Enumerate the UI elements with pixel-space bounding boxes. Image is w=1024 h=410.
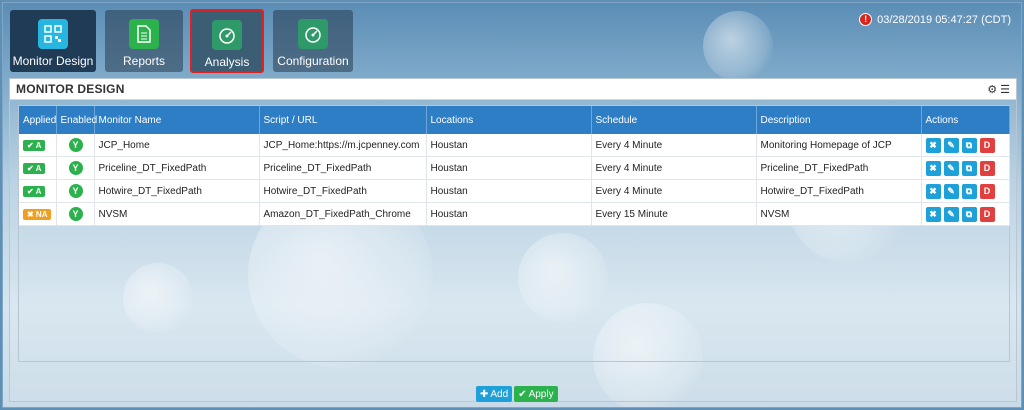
alert-icon[interactable]: ! [859,13,873,26]
delete-button[interactable]: D [979,160,995,176]
qr-grid-icon [38,19,68,49]
column-header[interactable]: Schedule [591,106,757,134]
schedule: Every 15 Minute [591,202,757,226]
plus-icon: ✚ [480,388,489,400]
gauge-icon [212,20,242,50]
script-url: Priceline_DT_FixedPath [259,156,427,180]
monitor-name: NVSM [94,202,260,226]
copy-button[interactable]: ⧉ [961,137,977,153]
enabled-badge[interactable]: Y [68,207,83,221]
location: Houstan [426,156,592,180]
nav-label: Reports [122,54,166,68]
apply-button[interactable]: ✔ Apply [514,386,558,402]
nav-configuration[interactable]: Configuration [273,10,353,72]
location: Houstan [426,179,592,203]
disable-button[interactable]: ✖ [925,137,941,153]
monitor-design-panel: MONITOR DESIGN ⚙ ☰ Applied Enabled Monit… [9,78,1017,402]
location: Houstan [426,134,592,157]
panel-title: MONITOR DESIGN [16,82,125,96]
location: Houstan [426,202,592,226]
gear-icon[interactable]: ⚙ [987,83,997,96]
description: Priceline_DT_FixedPath [756,156,922,180]
nav-analysis[interactable]: Analysis [190,9,264,73]
description: Monitoring Homepage of JCP [756,134,922,157]
nav-label: Configuration [277,54,349,68]
schedule: Every 4 Minute [591,156,757,180]
document-icon [129,19,159,49]
applied-badge: ✔ A [23,139,46,151]
copy-button[interactable]: ⧉ [961,206,977,222]
table-row[interactable]: ✖ NA Y NVSM Amazon_DT_FixedPath_Chrome H… [19,202,1010,226]
panel-header: MONITOR DESIGN ⚙ ☰ [10,79,1016,100]
disable-button[interactable]: ✖ [925,206,941,222]
table-row[interactable]: ✔ A Y Priceline_DT_FixedPath Priceline_D… [19,156,1010,180]
applied-badge: ✖ NA [23,208,52,220]
background-bubble [703,11,773,81]
edit-button[interactable]: ✎ [943,206,959,222]
applied-badge: ✔ A [23,162,46,174]
copy-button[interactable]: ⧉ [961,160,977,176]
table-row[interactable]: ✔ A Y Hotwire_DT_FixedPath Hotwire_DT_Fi… [19,179,1010,203]
table-header-row: Applied Enabled Monitor Name Script / UR… [19,106,1010,134]
monitor-grid: Applied Enabled Monitor Name Script / UR… [18,105,1010,362]
monitor-table: Applied Enabled Monitor Name Script / UR… [19,106,1010,226]
delete-button[interactable]: D [979,206,995,222]
column-header[interactable]: Script / URL [259,106,427,134]
check-icon: ✔ [518,388,527,400]
column-header[interactable]: Description [756,106,922,134]
add-button[interactable]: ✚ Add [476,386,513,402]
edit-button[interactable]: ✎ [943,160,959,176]
list-icon[interactable]: ☰ [1000,83,1010,96]
delete-button[interactable]: D [979,137,995,153]
delete-button[interactable]: D [979,183,995,199]
description: Hotwire_DT_FixedPath [756,179,922,203]
nav-monitor-design[interactable]: Monitor Design [10,10,96,72]
copy-button[interactable]: ⧉ [961,183,977,199]
disable-button[interactable]: ✖ [925,160,941,176]
monitor-name: Hotwire_DT_FixedPath [94,179,260,203]
nav-label: Analysis [204,55,250,69]
applied-badge: ✔ A [23,185,46,197]
table-row[interactable]: ✔ A Y JCP_Home JCP_Home:https://m.jcpenn… [19,134,1010,157]
column-header[interactable]: Applied [19,106,57,134]
script-url: JCP_Home:https://m.jcpenney.com [259,134,427,157]
script-url: Amazon_DT_FixedPath_Chrome [259,202,427,226]
edit-button[interactable]: ✎ [943,183,959,199]
monitor-name: JCP_Home [94,134,260,157]
add-label: Add [490,388,509,400]
server-clock: ! 03/28/2019 05:47:27 (CDT) [859,13,1011,26]
schedule: Every 4 Minute [591,134,757,157]
script-url: Hotwire_DT_FixedPath [259,179,427,203]
apply-label: Apply [528,388,554,400]
timestamp: 03/28/2019 05:47:27 (CDT) [877,13,1011,26]
panel-tools: ⚙ ☰ [987,83,1010,96]
enabled-badge[interactable]: Y [68,184,83,198]
gauge-icon [298,19,328,49]
description: NVSM [756,202,922,226]
footer-actions: ✚ Add ✔ Apply [476,386,558,402]
enabled-badge[interactable]: Y [68,161,83,175]
column-header: Actions [921,106,1010,134]
edit-button[interactable]: ✎ [943,137,959,153]
column-header[interactable]: Locations [426,106,592,134]
monitor-name: Priceline_DT_FixedPath [94,156,260,180]
nav-reports[interactable]: Reports [105,10,183,72]
column-header[interactable]: Enabled [56,106,97,134]
schedule: Every 4 Minute [591,179,757,203]
disable-button[interactable]: ✖ [925,183,941,199]
nav-label: Monitor Design [12,54,94,68]
app-window: Monitor Design Reports Analysis Configur… [2,2,1022,408]
column-header[interactable]: Monitor Name [94,106,260,134]
enabled-badge[interactable]: Y [68,138,83,152]
